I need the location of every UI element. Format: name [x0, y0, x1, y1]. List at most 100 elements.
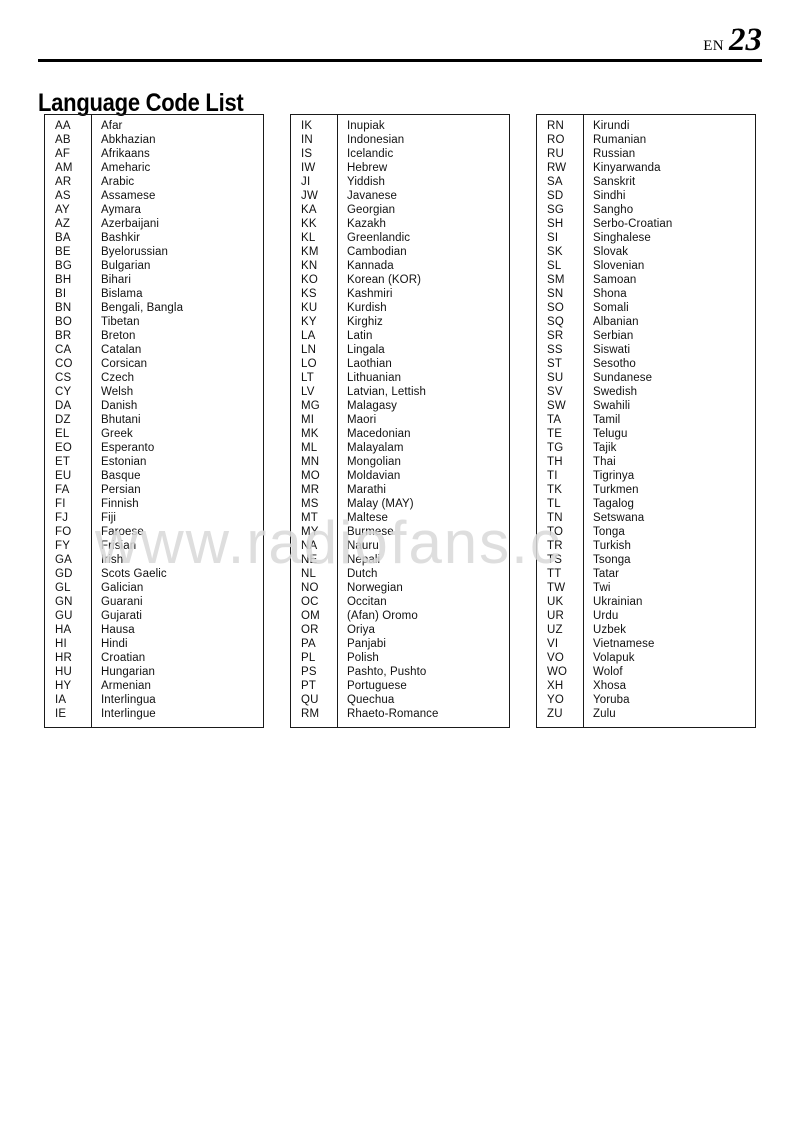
- language-name: Tonga: [593, 526, 625, 538]
- table-row: UK Ukrainian: [537, 595, 755, 609]
- language-code: IN: [301, 134, 313, 146]
- language-code: LO: [301, 358, 317, 370]
- language-code: TO: [547, 526, 564, 538]
- table-row: MT Maltese: [291, 511, 509, 525]
- table-row: SW Swahili: [537, 399, 755, 413]
- table-row: BG Bulgarian: [45, 259, 263, 273]
- table-row: TA Tamil: [537, 413, 755, 427]
- language-code: AB: [55, 134, 71, 146]
- language-name: Breton: [101, 330, 136, 342]
- language-code: GA: [55, 554, 73, 566]
- language-name: Estonian: [101, 456, 147, 468]
- language-code: SM: [547, 274, 565, 286]
- language-code: TL: [547, 498, 561, 510]
- language-name: Bengali, Bangla: [101, 302, 184, 314]
- language-name: Albanian: [593, 316, 639, 328]
- language-name: Croatian: [101, 652, 146, 664]
- table-row: LN Lingala: [291, 343, 509, 357]
- language-name: Occitan: [347, 596, 387, 608]
- table-row: TS Tsonga: [537, 553, 755, 567]
- language-code: TH: [547, 456, 563, 468]
- table-row: ZU Zulu: [537, 707, 755, 721]
- table-row: BR Breton: [45, 329, 263, 343]
- language-name: Basque: [101, 470, 141, 482]
- table-row: JW Javanese: [291, 189, 509, 203]
- language-code: YO: [547, 694, 565, 706]
- language-name: Kazakh: [347, 218, 386, 230]
- table-row: RM Rhaeto-Romance: [291, 707, 509, 721]
- table-row: EU Basque: [45, 469, 263, 483]
- language-code: FI: [55, 498, 66, 510]
- table-row: MI Maori: [291, 413, 509, 427]
- table-row: KM Cambodian: [291, 245, 509, 259]
- language-code: JW: [301, 190, 319, 202]
- table-row: MY Burmese: [291, 525, 509, 539]
- language-code: GU: [55, 610, 73, 622]
- table-row: VO Volapuk: [537, 651, 755, 665]
- table-row: AZ Azerbaijani: [45, 217, 263, 231]
- language-code: AM: [55, 162, 73, 174]
- language-name: (Afan) Oromo: [347, 610, 418, 622]
- table-row: JI Yiddish: [291, 175, 509, 189]
- language-code: JI: [301, 176, 311, 188]
- language-code: SH: [547, 218, 564, 230]
- language-code: PA: [301, 638, 316, 650]
- language-name: Oriya: [347, 624, 375, 636]
- language-name: Inupiak: [347, 120, 385, 132]
- table-row: MK Macedonian: [291, 427, 509, 441]
- header-rule: [38, 59, 762, 62]
- language-code: UZ: [547, 624, 563, 636]
- language-name: Ukrainian: [593, 596, 643, 608]
- language-code: KK: [301, 218, 317, 230]
- language-code: WO: [547, 666, 568, 678]
- language-name: Russian: [593, 148, 636, 160]
- page-number-group: EN 23: [703, 24, 762, 57]
- table-row: ML Malayalam: [291, 441, 509, 455]
- language-name: Urdu: [593, 610, 619, 622]
- page-language-code: EN: [703, 38, 724, 55]
- language-code: AF: [55, 148, 71, 160]
- language-code: IK: [301, 120, 313, 132]
- language-code: NL: [301, 568, 317, 580]
- table-row: FI Finnish: [45, 497, 263, 511]
- language-code: SL: [547, 260, 562, 272]
- language-code: KU: [301, 302, 318, 314]
- language-code: DZ: [55, 414, 71, 426]
- language-code: GD: [55, 568, 73, 580]
- column-divider: [91, 115, 92, 727]
- table-row: PL Polish: [291, 651, 509, 665]
- language-name: Kurdish: [347, 302, 387, 314]
- language-code: SK: [547, 246, 563, 258]
- page-header: EN 23: [38, 24, 762, 62]
- language-name: Latin: [347, 330, 373, 342]
- language-name: Sangho: [593, 204, 634, 216]
- language-code: TG: [547, 442, 564, 454]
- language-code: SG: [547, 204, 565, 216]
- table-row: RN Kirundi: [537, 119, 755, 133]
- language-code: SN: [547, 288, 564, 300]
- language-name: Slovak: [593, 246, 629, 258]
- language-name: Mongolian: [347, 456, 401, 468]
- language-code: MS: [301, 498, 319, 510]
- language-name: Malay (MAY): [347, 498, 414, 510]
- language-name: Pashto, Pushto: [347, 666, 427, 678]
- language-code: SI: [547, 232, 559, 244]
- table-row: MN Mongolian: [291, 455, 509, 469]
- table-row: BN Bengali, Bangla: [45, 301, 263, 315]
- table-row: PA Panjabi: [291, 637, 509, 651]
- table-row: SS Siswati: [537, 343, 755, 357]
- table-row: GL Galician: [45, 581, 263, 595]
- language-code: NA: [301, 540, 318, 552]
- table-row: WO Wolof: [537, 665, 755, 679]
- language-name: Finnish: [101, 498, 139, 510]
- table-row: AM Ameharic: [45, 161, 263, 175]
- table-row: MG Malagasy: [291, 399, 509, 413]
- table-row: IK Inupiak: [291, 119, 509, 133]
- table-row: OC Occitan: [291, 595, 509, 609]
- language-code: SV: [547, 386, 563, 398]
- language-name: Interlingue: [101, 708, 156, 720]
- language-code: IW: [301, 162, 316, 174]
- language-name: Turkmen: [593, 484, 639, 496]
- table-row: KN Kannada: [291, 259, 509, 273]
- language-code: BN: [55, 302, 72, 314]
